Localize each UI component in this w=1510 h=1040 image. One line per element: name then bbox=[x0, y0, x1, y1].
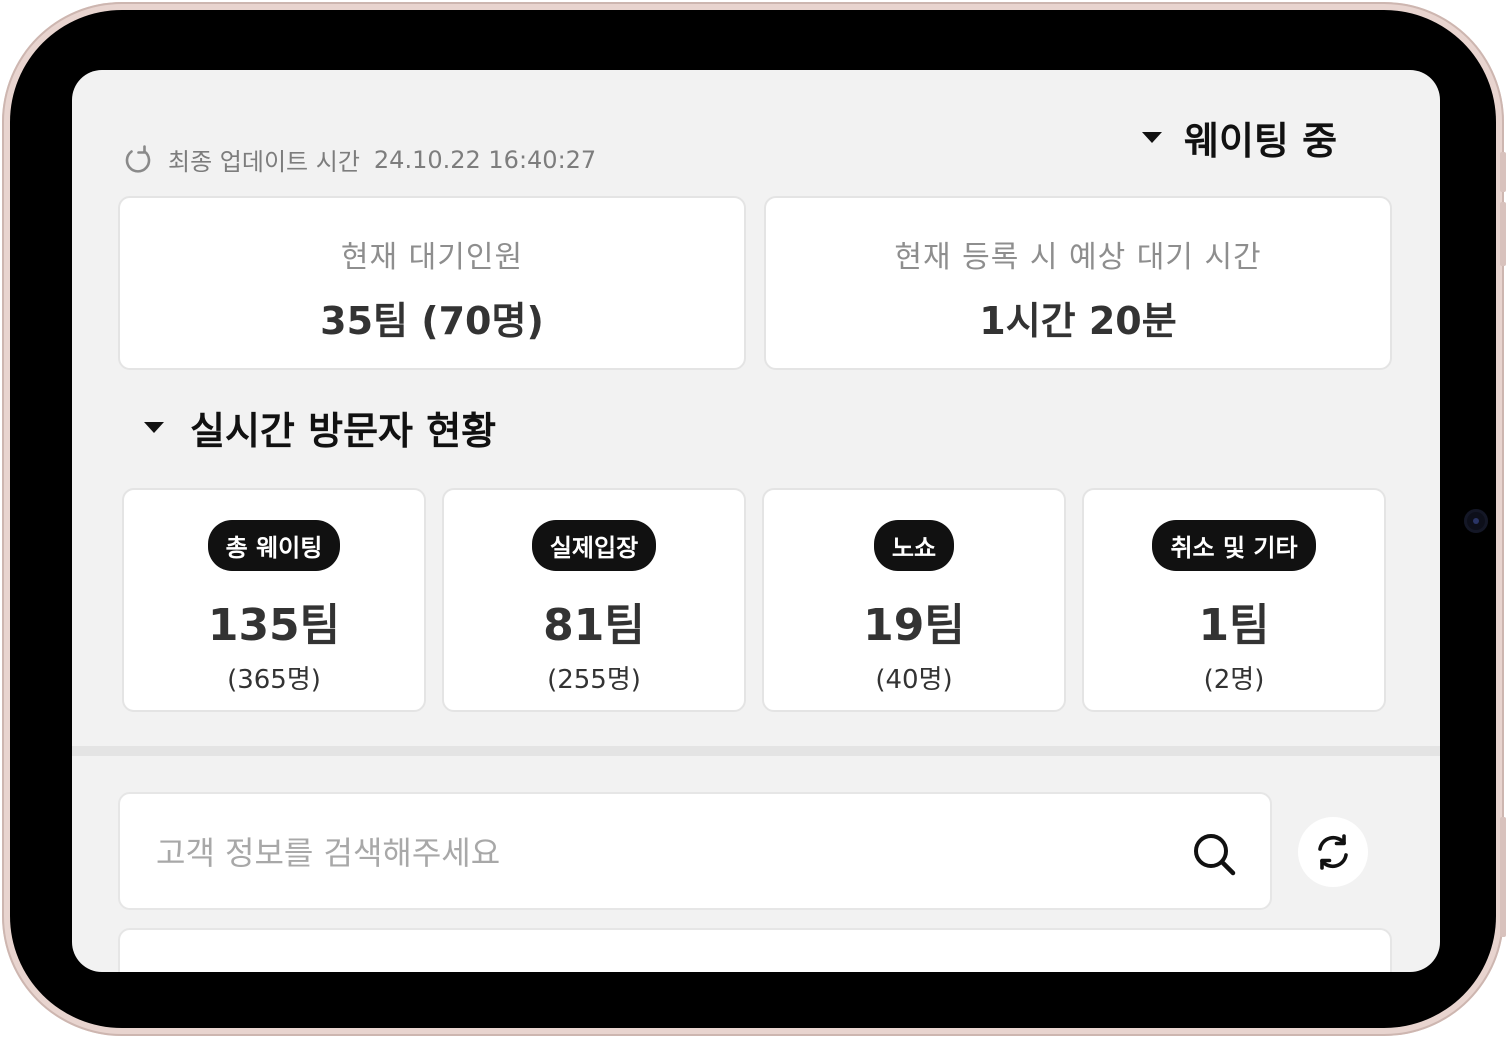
realtime-section-title: 실시간 방문자 현황 bbox=[190, 409, 497, 453]
stat-value: 1팀 bbox=[1198, 600, 1270, 651]
stat-subvalue: (40명) bbox=[875, 665, 953, 695]
stat-value: 81팀 bbox=[543, 600, 645, 651]
refresh-small-icon[interactable] bbox=[122, 144, 154, 176]
refresh-button[interactable] bbox=[1298, 817, 1368, 887]
waiting-status-label: 웨이팅 중 bbox=[1184, 119, 1338, 163]
current-waiting-label: 현재 대기인원 bbox=[340, 240, 524, 275]
list-item[interactable] bbox=[118, 928, 1392, 972]
app-screen: 웨이팅 중 최종 업데이트 시간 24.10.22 16:40:27 현재 대기… bbox=[72, 70, 1440, 972]
refresh-icon bbox=[1318, 834, 1348, 870]
stat-card-entered: 실제입장 81팀 (255명) bbox=[442, 488, 746, 712]
section-divider bbox=[72, 746, 1440, 756]
front-camera bbox=[1464, 509, 1488, 533]
last-update-row: 최종 업데이트 시간 24.10.22 16:40:27 bbox=[122, 142, 596, 177]
current-waiting-value: 35팀 (70명) bbox=[320, 299, 544, 343]
expected-wait-label: 현재 등록 시 예상 대기 시간 bbox=[894, 240, 1262, 275]
realtime-section-toggle[interactable]: 실시간 방문자 현황 bbox=[144, 400, 496, 455]
stat-badge: 총 웨이팅 bbox=[207, 520, 341, 571]
search-icon[interactable] bbox=[1190, 830, 1238, 878]
stat-value: 135팀 bbox=[207, 600, 341, 651]
caret-down-icon bbox=[1142, 132, 1162, 143]
stat-badge: 실제입장 bbox=[531, 520, 657, 571]
waiting-status-toggle[interactable]: 웨이팅 중 bbox=[1142, 110, 1337, 165]
stat-badge: 노쇼 bbox=[873, 520, 955, 571]
current-waiting-card: 현재 대기인원 35팀 (70명) bbox=[118, 196, 746, 370]
volume-up-button bbox=[1500, 152, 1506, 192]
stat-badge: 취소 및 기타 bbox=[1152, 520, 1316, 571]
power-button bbox=[1500, 817, 1506, 937]
last-update-time: 24.10.22 16:40:27 bbox=[373, 145, 597, 174]
device-frame: 웨이팅 중 최종 업데이트 시간 24.10.22 16:40:27 현재 대기… bbox=[2, 2, 1506, 1036]
stat-value: 19팀 bbox=[863, 600, 965, 651]
stat-card-total-waiting: 총 웨이팅 135팀 (365명) bbox=[122, 488, 426, 712]
search-input[interactable] bbox=[154, 824, 1158, 882]
search-box bbox=[118, 792, 1272, 910]
volume-down-button bbox=[1500, 202, 1506, 266]
last-update-label: 최종 업데이트 시간 bbox=[168, 148, 360, 176]
stat-subvalue: (2명) bbox=[1203, 665, 1265, 695]
stat-subvalue: (365명) bbox=[227, 665, 321, 695]
expected-wait-card: 현재 등록 시 예상 대기 시간 1시간 20분 bbox=[764, 196, 1392, 370]
stat-subvalue: (255명) bbox=[547, 665, 641, 695]
stat-card-cancelled: 취소 및 기타 1팀 (2명) bbox=[1082, 488, 1386, 712]
caret-down-icon bbox=[144, 422, 164, 433]
stat-card-no-show: 노쇼 19팀 (40명) bbox=[762, 488, 1066, 712]
expected-wait-value: 1시간 20분 bbox=[979, 299, 1177, 343]
